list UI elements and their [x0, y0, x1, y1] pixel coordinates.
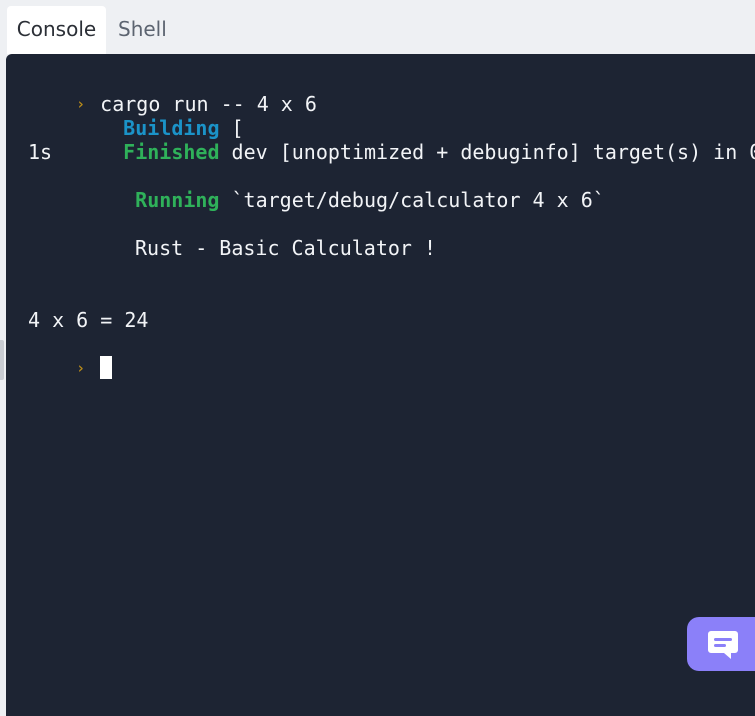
running-label: Running [135, 188, 220, 212]
chat-bubble-icon [708, 631, 738, 659]
banner-line: Rust - Basic Calculator ! [135, 236, 437, 260]
chat-button[interactable] [687, 617, 755, 671]
running-line: Running `target/debug/calculator 4 x 6` [87, 164, 605, 212]
finished-line: Finished dev [unoptimized + debuginfo] t… [75, 116, 755, 164]
running-rest: `target/debug/calculator 4 x 6` [219, 188, 605, 212]
building-line: Building [ [75, 92, 243, 140]
finished-rest: dev [unoptimized + debuginfo] target(s) … [219, 140, 755, 164]
prompt-icon: › [76, 359, 86, 377]
text-cursor [100, 356, 113, 379]
resize-handle[interactable] [0, 340, 4, 380]
result-line: 4 x 6 = 24 [28, 308, 149, 332]
tab-bar: Console Shell [0, 0, 755, 54]
tab-shell[interactable]: Shell [114, 6, 174, 54]
tab-console[interactable]: Console [7, 6, 106, 54]
finished-label: Finished [123, 140, 220, 164]
terminal-console[interactable]: › cargo run -- 4 x 6 Building [ Finished … [6, 54, 755, 716]
command-line: › cargo run -- 4 x 6 [28, 68, 317, 116]
input-line[interactable]: › [28, 332, 113, 379]
finished-wrap-line: 1s [28, 140, 53, 164]
